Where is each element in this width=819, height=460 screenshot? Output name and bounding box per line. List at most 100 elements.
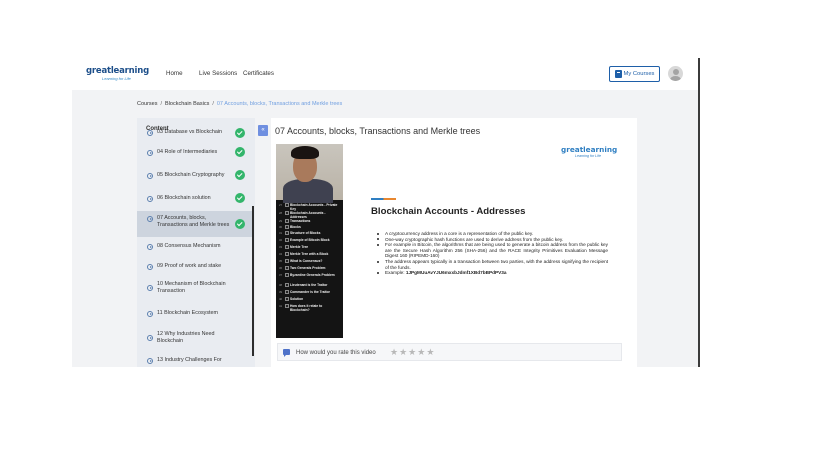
sidebar-item-label: 13 Industry Challenges For: [157, 357, 222, 363]
sidebar-item-label: 08 Consensus Mechanism: [157, 243, 221, 249]
toc-text: Solution: [290, 297, 304, 301]
checkbox-icon: [285, 283, 289, 287]
greatlearning-logo[interactable]: greatlearning Learning for Life: [86, 67, 149, 82]
example-label: Example:: [385, 270, 406, 276]
my-courses-button[interactable]: My Courses: [609, 66, 660, 82]
toc-number: 36: [279, 266, 283, 270]
sidebar-item-label: 05 Blockchain Cryptography: [157, 172, 225, 178]
checkbox-icon: [285, 225, 289, 229]
my-courses-label: My Courses: [623, 71, 655, 77]
toc-number: 33: [279, 245, 283, 249]
sidebar-scrollbar[interactable]: [252, 206, 254, 356]
play-icon: [147, 264, 153, 270]
video-player[interactable]: 27 Blockchain Accounts - Private Key 28 Blo…: [276, 144, 622, 339]
logo-tagline: Learning for Life: [102, 76, 131, 81]
breadcrumb-course[interactable]: Blockchain Basics: [165, 101, 209, 107]
feedback-icon: [283, 349, 290, 357]
sidebar-item-05[interactable]: 05 Blockchain Cryptography: [137, 165, 252, 188]
play-icon: [147, 216, 153, 222]
checkbox-icon: [285, 231, 289, 235]
toc-number: 39: [279, 290, 283, 294]
star-icon[interactable]: ★: [408, 347, 416, 358]
sidebar-item-label: 04 Role of Intermediaries: [157, 149, 218, 155]
book-icon: [614, 70, 622, 78]
checkbox-icon: [285, 273, 289, 277]
star-icon[interactable]: ★: [399, 347, 407, 358]
slide-bullets: A cryptocurrency address in a core is a …: [376, 231, 608, 276]
collapse-sidebar-button[interactable]: «: [258, 125, 268, 136]
toc-text: Merkle Tree: [290, 245, 309, 249]
rating-question: How would you rate this video: [296, 349, 376, 356]
star-icon[interactable]: ★: [426, 347, 434, 358]
sidebar-item-12[interactable]: 12 Why Industries Need Blockchain: [137, 325, 252, 351]
sidebar-item-04[interactable]: 04 Role of Intermediaries: [137, 142, 252, 165]
slide-logo-tagline: Learning for Life: [575, 154, 601, 158]
toc-text: How does it relate to Blockchain?: [290, 304, 323, 312]
toc-number: 38: [279, 283, 283, 287]
sidebar-item-10[interactable]: 10 Mechanism of Blockchain Transaction: [137, 277, 252, 305]
double-chevron-left-icon: «: [261, 127, 265, 133]
toc-text: Transactions: [290, 219, 311, 223]
checkbox-icon: [285, 252, 289, 256]
sidebar-item-13[interactable]: 13 Industry Challenges For: [137, 352, 252, 367]
sidebar-item-label: 07 Accounts, blocks, Transactions and Me…: [157, 215, 230, 229]
toc-number: 40: [279, 297, 283, 301]
play-icon: [147, 196, 153, 202]
toc-text: Lieutenant is the Traitor: [290, 283, 328, 287]
sidebar-item-07[interactable]: 07 Accounts, blocks, Transactions and Me…: [137, 211, 252, 237]
play-icon: [147, 244, 153, 250]
bullet-item: For example in Bitcoin, the algorithms t…: [376, 242, 608, 259]
checkbox-icon: [285, 211, 289, 215]
toc-number: 32: [279, 238, 283, 242]
play-icon: [147, 358, 153, 364]
star-rating[interactable]: ★ ★ ★ ★ ★: [390, 347, 434, 358]
lesson-title: 07 Accounts, blocks, Transactions and Me…: [275, 126, 481, 136]
toc-number: 31: [279, 231, 283, 235]
toc-text: Byzantine Generals Problem: [290, 273, 335, 277]
breadcrumb-current: 07 Accounts, blocks, Transactions and Me…: [216, 101, 343, 107]
play-icon: [147, 150, 153, 156]
toc-text: What is Consensus?: [290, 259, 323, 263]
toc-number: 35: [279, 259, 283, 263]
play-icon: [147, 130, 153, 136]
checkbox-icon: [285, 304, 289, 308]
nav-home[interactable]: Home: [166, 70, 183, 77]
nav-live-sessions[interactable]: Live Sessions: [199, 70, 237, 77]
checkbox-icon: [285, 219, 289, 223]
checkbox-icon: [285, 203, 289, 207]
toc-number: 41: [279, 304, 283, 308]
play-icon: [147, 285, 153, 291]
sidebar-item-label: 12 Why Industries Need Blockchain: [157, 331, 215, 345]
sidebar-item-08[interactable]: 08 Consensus Mechanism: [137, 237, 252, 257]
play-icon: [147, 173, 153, 179]
sidebar-item-09[interactable]: 09 Proof of work and stake: [137, 257, 252, 277]
toc-text: Commander is the Traitor: [290, 290, 330, 294]
toc-text: Example of Bitcoin Block: [290, 238, 330, 242]
sidebar-item-06[interactable]: 06 Blockchain solution: [137, 188, 252, 211]
checkbox-icon: [285, 297, 289, 301]
sidebar-item-label: 11 Blockchain Ecosystem: [157, 310, 219, 316]
star-icon[interactable]: ★: [390, 347, 398, 358]
breadcrumb-courses[interactable]: Courses: [137, 101, 157, 107]
sidebar-item-label: 10 Mechanism of Blockchain Transaction: [157, 281, 226, 295]
toc-text: Two Generals Problem: [290, 266, 326, 270]
star-icon[interactable]: ★: [417, 347, 425, 358]
rating-bar: How would you rate this video ★ ★ ★ ★ ★: [277, 343, 622, 361]
sidebar-item-label: 06 Blockchain solution: [157, 195, 211, 201]
checkbox-icon: [285, 245, 289, 249]
checkbox-icon: [285, 238, 289, 242]
app-window: greatlearning Learning for Life Home Liv…: [72, 58, 699, 367]
sidebar-item-11[interactable]: 11 Blockchain Ecosystem: [137, 305, 252, 325]
toc-number: 29: [279, 219, 283, 223]
bullet-item: The address appears typically in a trans…: [376, 259, 608, 270]
user-avatar[interactable]: [668, 66, 683, 81]
toc-number: 34: [279, 252, 283, 256]
nav-certificates[interactable]: Certificates: [243, 70, 274, 77]
slide-logo-text: greatlearning: [561, 145, 618, 154]
toc-text: Structure of Blocks: [290, 231, 321, 235]
checkbox-icon: [285, 259, 289, 263]
lesson-panel: 07 Accounts, blocks, Transactions and Me…: [271, 118, 637, 367]
window-edge: [698, 58, 700, 367]
toc-text: Blockchain Accounts - Private Key: [290, 203, 338, 211]
sidebar-item-03[interactable]: 03 Database vs Blockchain: [137, 126, 252, 142]
